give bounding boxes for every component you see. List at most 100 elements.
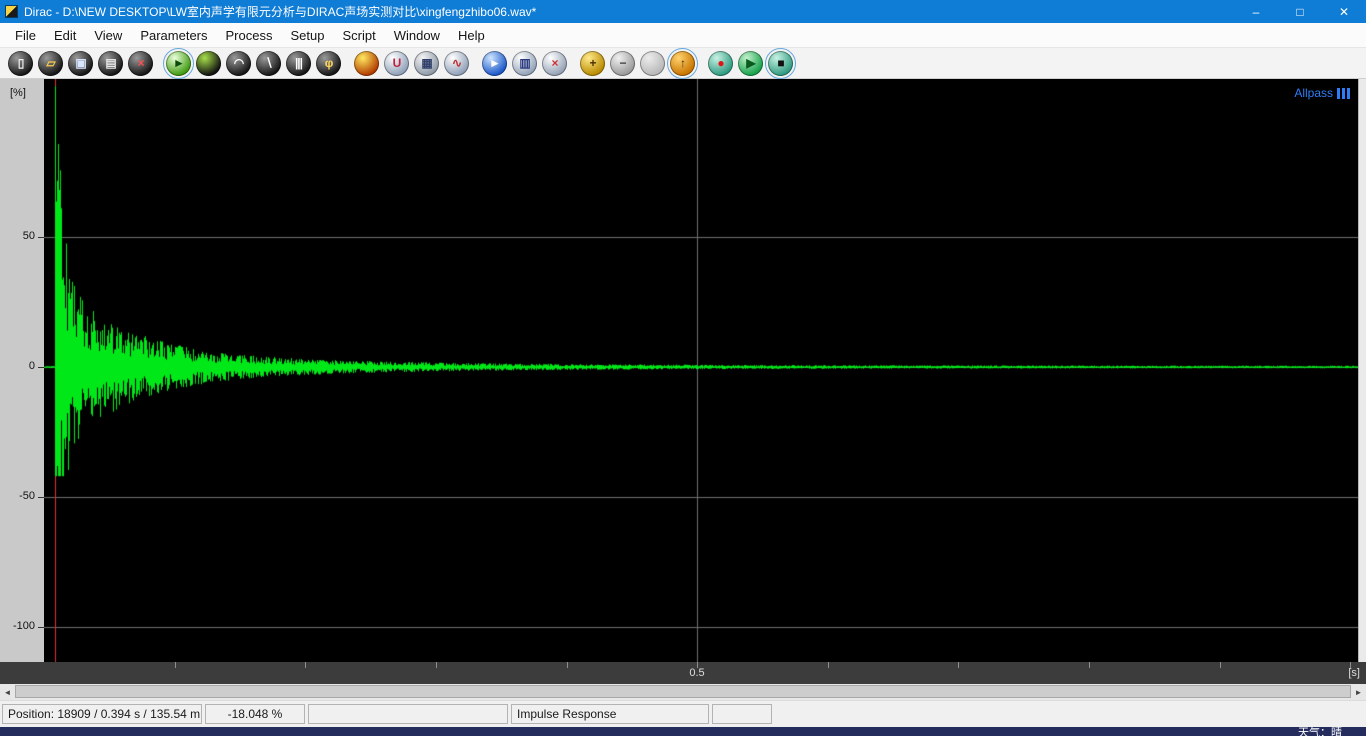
x-tick-mark <box>305 662 306 668</box>
signal-button[interactable] <box>196 51 221 76</box>
menu-parameters[interactable]: Parameters <box>131 24 216 47</box>
x-tick-label: 0.5 <box>689 667 704 679</box>
y-axis-unit: [%] <box>10 87 26 99</box>
print-icon: ▤ <box>105 57 115 69</box>
status-extra-1 <box>308 704 508 724</box>
window-title: Dirac - D:\NEW DESKTOP\LW室内声学有限元分析与DIRAC… <box>24 3 1234 20</box>
zoom-in-icon: + <box>589 57 595 69</box>
status-position: Position: 18909 / 0.394 s / 135.54 m <box>2 704 202 724</box>
mls-signal-button[interactable]: U <box>384 51 409 76</box>
discard-icon: × <box>551 57 557 69</box>
impulse-response-icon: ◠ <box>234 57 243 69</box>
menu-help[interactable]: Help <box>449 24 494 47</box>
scrollbar-thumb[interactable] <box>15 685 1351 698</box>
frequency-response-button[interactable]: ∿ <box>444 51 469 76</box>
toolbar: ▯ ▱ ▣ ▤ × ► ◠ ∖ ||| φ U ▦ ∿ ► ▥ × + − ↑ ● ▶ ■ <box>0 47 1366 79</box>
save-file-button[interactable]: ▣ <box>68 51 93 76</box>
toolbar-group: ▯ ▱ ▣ ▤ × <box>8 51 153 76</box>
y-axis-gutter: [%] 500-50-100 <box>0 79 44 662</box>
spectrum-button[interactable]: ||| <box>286 51 311 76</box>
plot-area: [%] 500-50-100 Allpass <box>0 79 1366 662</box>
menu-view[interactable]: View <box>85 24 131 47</box>
y-tick-mark <box>38 497 44 498</box>
histogram-button[interactable]: ▥ <box>512 51 537 76</box>
marker-icon: ↑ <box>680 57 685 69</box>
decay-curve-icon: ∖ <box>265 57 272 69</box>
cursor-button[interactable]: ► <box>482 51 507 76</box>
status-view-mode: Impulse Response <box>511 704 709 724</box>
print-button[interactable]: ▤ <box>98 51 123 76</box>
toolbar-group: U ▦ ∿ <box>354 51 469 76</box>
play-icon: ▶ <box>746 57 754 69</box>
measure-button[interactable]: ► <box>166 51 191 76</box>
save-file-icon: ▣ <box>75 57 85 69</box>
delete-icon: × <box>137 57 143 69</box>
horizontal-scrollbar[interactable]: ◄ ► <box>0 684 1366 700</box>
histogram-icon: ▥ <box>519 57 529 69</box>
impulse-response-button[interactable]: ◠ <box>226 51 251 76</box>
y-tick-mark <box>38 627 44 628</box>
record-button[interactable]: ● <box>708 51 733 76</box>
stop-button[interactable]: ■ <box>768 51 793 76</box>
waveform-canvas[interactable] <box>44 79 1358 662</box>
spectrum-icon: ||| <box>295 57 302 69</box>
y-tick-label--50: -50 <box>5 490 35 502</box>
filter-label: Allpass <box>1294 86 1333 100</box>
menu-process[interactable]: Process <box>217 24 282 47</box>
open-file-button[interactable]: ▱ <box>38 51 63 76</box>
title-bar: Dirac - D:\NEW DESKTOP\LW室内声学有限元分析与DIRAC… <box>0 0 1366 23</box>
toolbar-group: ► ▥ × <box>482 51 567 76</box>
discard-button[interactable]: × <box>542 51 567 76</box>
x-tick-mark <box>1350 662 1351 668</box>
record-icon: ● <box>717 57 723 69</box>
menu-window[interactable]: Window <box>385 24 449 47</box>
scroll-right-arrow[interactable]: ► <box>1351 684 1366 700</box>
decay-curve-button[interactable]: ∖ <box>256 51 281 76</box>
delete-button[interactable]: × <box>128 51 153 76</box>
toolbar-group: + − ↑ <box>580 51 695 76</box>
parameter-table-button[interactable]: ▦ <box>414 51 439 76</box>
x-tick-mark <box>958 662 959 668</box>
filter-bars-icon <box>1337 88 1350 99</box>
menu-setup[interactable]: Setup <box>281 24 333 47</box>
marker-button[interactable]: ↑ <box>670 51 695 76</box>
zoom-in-button[interactable]: + <box>580 51 605 76</box>
new-file-button[interactable]: ▯ <box>8 51 33 76</box>
frequency-response-icon: ∿ <box>452 57 461 69</box>
new-file-icon: ▯ <box>18 57 24 69</box>
status-amplitude: -18.048 % <box>205 704 305 724</box>
x-axis-unit: [s] <box>1348 667 1360 679</box>
maximize-button[interactable]: □ <box>1278 0 1322 23</box>
x-tick-mark <box>175 662 176 668</box>
minimize-button[interactable]: – <box>1234 0 1278 23</box>
menu-edit[interactable]: Edit <box>45 24 85 47</box>
filter-overlay[interactable]: Allpass <box>1294 86 1350 100</box>
parameters-button[interactable] <box>354 51 379 76</box>
y-tick-label-0: 0 <box>5 360 35 372</box>
x-tick-mark <box>1220 662 1221 668</box>
stop-icon: ■ <box>777 57 783 69</box>
zoom-reset-button[interactable] <box>640 51 665 76</box>
status-extra-2 <box>712 704 772 724</box>
status-bar: Position: 18909 / 0.394 s / 135.54 m-18.… <box>0 700 1366 727</box>
x-axis-bar[interactable]: [s] 0.5 <box>0 662 1366 684</box>
phase-icon: φ <box>325 57 333 69</box>
y-tick-mark <box>38 237 44 238</box>
zoom-out-button[interactable]: − <box>610 51 635 76</box>
menu-script[interactable]: Script <box>333 24 384 47</box>
x-tick-mark <box>828 662 829 668</box>
menu-bar: FileEditViewParametersProcessSetupScript… <box>0 23 1366 47</box>
y-tick-label-50: 50 <box>5 230 35 242</box>
mls-signal-icon: U <box>393 57 401 69</box>
parameter-table-icon: ▦ <box>421 57 431 69</box>
app-icon[interactable] <box>5 5 18 18</box>
menu-file[interactable]: File <box>6 24 45 47</box>
close-button[interactable]: ✕ <box>1322 0 1366 23</box>
x-tick-mark <box>567 662 568 668</box>
play-button[interactable]: ▶ <box>738 51 763 76</box>
toolbar-group: ► ◠ ∖ ||| φ <box>166 51 341 76</box>
vertical-scrollbar[interactable] <box>1358 79 1366 662</box>
taskbar-strip: 天气：晴 <box>0 727 1366 736</box>
scroll-left-arrow[interactable]: ◄ <box>0 684 15 700</box>
phase-button[interactable]: φ <box>316 51 341 76</box>
